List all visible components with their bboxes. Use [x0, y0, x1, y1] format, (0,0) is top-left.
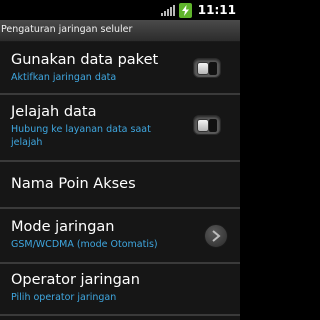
settings-list: Gunakan data paket Aktifkan jaringan dat…	[0, 42, 240, 320]
clock: 11:11	[197, 3, 236, 17]
setting-subtitle: Pilih operator jaringan	[11, 292, 117, 303]
status-bar: 11:11	[0, 0, 240, 20]
setting-title: Operator jaringan	[11, 272, 140, 288]
packet-data-toggle[interactable]	[193, 58, 221, 78]
toggle-knob	[197, 62, 209, 75]
chevron-right-icon[interactable]	[204, 224, 228, 248]
battery-charging-icon	[178, 2, 192, 18]
toggle-knob	[197, 119, 209, 132]
toggle-slot	[209, 62, 217, 75]
setting-row-packet-data[interactable]: Gunakan data paket Aktifkan jaringan dat…	[0, 42, 240, 95]
title-bar: Pengaturan jaringan seluler	[0, 20, 240, 42]
data-roaming-toggle[interactable]	[193, 115, 221, 135]
setting-row-data-roaming[interactable]: Jelajah data Hubung ke layanan data saat…	[0, 95, 240, 162]
setting-subtitle: Hubung ke layanan data saat jelajah	[11, 124, 151, 148]
signal-bars-icon	[160, 4, 175, 16]
status-icons: 11:11	[160, 2, 236, 18]
setting-title: Jelajah data	[11, 104, 97, 120]
setting-title: Gunakan data paket	[11, 52, 159, 68]
setting-subtitle: GSM/WCDMA (mode Otomatis)	[11, 239, 158, 250]
setting-title: Mode jaringan	[11, 219, 115, 235]
setting-row-access-point-names[interactable]: Nama Poin Akses	[0, 162, 240, 209]
setting-subtitle: Aktifkan jaringan data	[11, 72, 117, 83]
setting-row-network-mode[interactable]: Mode jaringan GSM/WCDMA (mode Otomatis)	[0, 209, 240, 264]
page-title: Pengaturan jaringan seluler	[1, 24, 133, 35]
setting-title: Nama Poin Akses	[11, 176, 136, 192]
setting-row-network-operator[interactable]: Operator jaringan Pilih operator jaringa…	[0, 264, 240, 316]
toggle-slot	[209, 119, 217, 132]
